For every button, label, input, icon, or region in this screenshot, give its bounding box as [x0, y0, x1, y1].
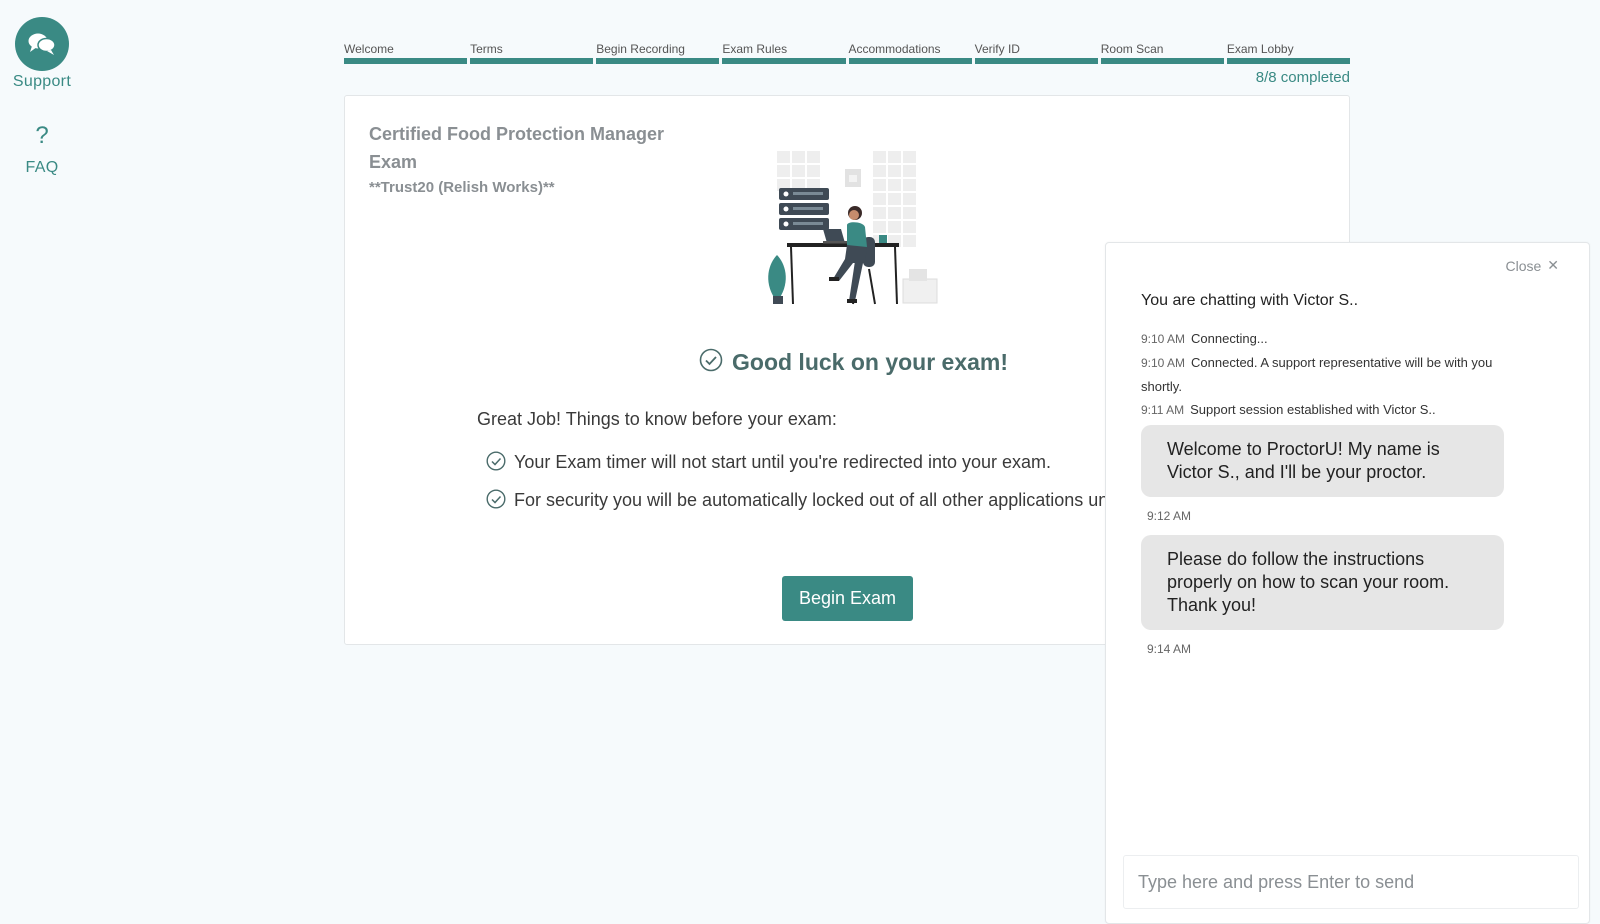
step-label: Room Scan	[1100, 42, 1164, 56]
support-button[interactable]: Support	[0, 17, 84, 91]
step-welcome: Welcome	[344, 40, 468, 64]
left-rail: Support ? FAQ	[0, 0, 84, 177]
begin-exam-button[interactable]: Begin Exam	[782, 576, 913, 621]
step-room-scan: Room Scan	[1100, 40, 1224, 64]
step-bar	[1100, 58, 1224, 64]
support-label: Support	[12, 73, 72, 90]
log-text: Support session established with Victor …	[1190, 402, 1436, 417]
step-label: Exam Rules	[722, 42, 788, 56]
good-luck-text: Good luck on your exam!	[732, 349, 1009, 375]
log-text: Connecting...	[1191, 331, 1268, 346]
intro-text: Great Job! Things to know before your ex…	[477, 409, 837, 429]
step-label: Welcome	[344, 42, 394, 56]
step-label: Verify ID	[974, 42, 1020, 56]
step-bar	[722, 58, 846, 64]
step-exam-lobby: Exam Lobby	[1226, 40, 1350, 64]
log-text: Connected. A support representative will…	[1141, 355, 1493, 394]
log-entry: 9:11 AM Support session established with …	[1141, 398, 1521, 422]
chat-bubbles-icon	[15, 17, 69, 71]
step-bar	[974, 58, 1098, 64]
chat-panel: Close ✕ You are chatting with Victor S..…	[1105, 242, 1590, 924]
step-verify-id: Verify ID	[974, 40, 1098, 64]
person-at-desk-illustration	[763, 151, 943, 316]
step-bar	[344, 58, 468, 64]
question-mark-icon: ?	[35, 122, 49, 149]
close-icon: ✕	[1547, 257, 1559, 273]
step-begin-recording: Begin Recording	[596, 40, 720, 64]
step-label: Begin Recording	[596, 42, 685, 56]
chat-system-log: 9:10 AM Connecting... 9:10 AM Connected. A…	[1141, 327, 1521, 422]
step-accommodations: Accommodations	[848, 40, 972, 64]
chat-message-input[interactable]	[1123, 855, 1579, 909]
log-time: 9:11 AM	[1141, 403, 1185, 417]
log-time: 9:10 AM	[1141, 356, 1186, 370]
progress-steps: Welcome Terms Begin Recording Exam Rules…	[344, 40, 1350, 64]
check-circle-icon	[486, 489, 506, 517]
tip-text: Your Exam timer will not start until you…	[514, 452, 1051, 472]
step-bar	[1226, 58, 1350, 64]
step-terms: Terms	[470, 40, 594, 64]
log-time: 9:10 AM	[1141, 332, 1186, 346]
log-entry: 9:10 AM Connected. A support representati…	[1141, 351, 1521, 398]
step-label: Terms	[470, 42, 503, 56]
step-label: Accommodations	[848, 42, 941, 56]
check-circle-icon	[486, 451, 506, 479]
chat-message-bubble: Welcome to ProctorU! My name is Victor S…	[1141, 425, 1504, 497]
faq-label: FAQ	[25, 159, 59, 176]
step-label: Exam Lobby	[1226, 42, 1294, 56]
good-luck-heading: Good luck on your exam!	[699, 348, 1008, 377]
message-time: 9:12 AM	[1147, 509, 1192, 523]
faq-button[interactable]: ? FAQ	[0, 121, 84, 177]
check-circle-icon	[699, 348, 723, 377]
exam-title: Certified Food Protection Manager Exam	[369, 124, 665, 172]
chatting-with-text: You are chatting with Victor S..	[1141, 292, 1359, 309]
exam-subtitle: **Trust20 (Relish Works)**	[369, 179, 555, 196]
progress-count: 8/8 completed	[1255, 69, 1350, 86]
step-bar	[470, 58, 594, 64]
close-chat-button[interactable]: Close ✕	[1505, 257, 1559, 274]
step-bar	[596, 58, 720, 64]
close-label: Close	[1505, 257, 1542, 274]
chat-message-bubble: Please do follow the instructions proper…	[1141, 535, 1504, 630]
step-bar	[848, 58, 972, 64]
step-exam-rules: Exam Rules	[722, 40, 846, 64]
message-time: 9:14 AM	[1147, 642, 1192, 656]
log-entry: 9:10 AM Connecting...	[1141, 327, 1521, 351]
